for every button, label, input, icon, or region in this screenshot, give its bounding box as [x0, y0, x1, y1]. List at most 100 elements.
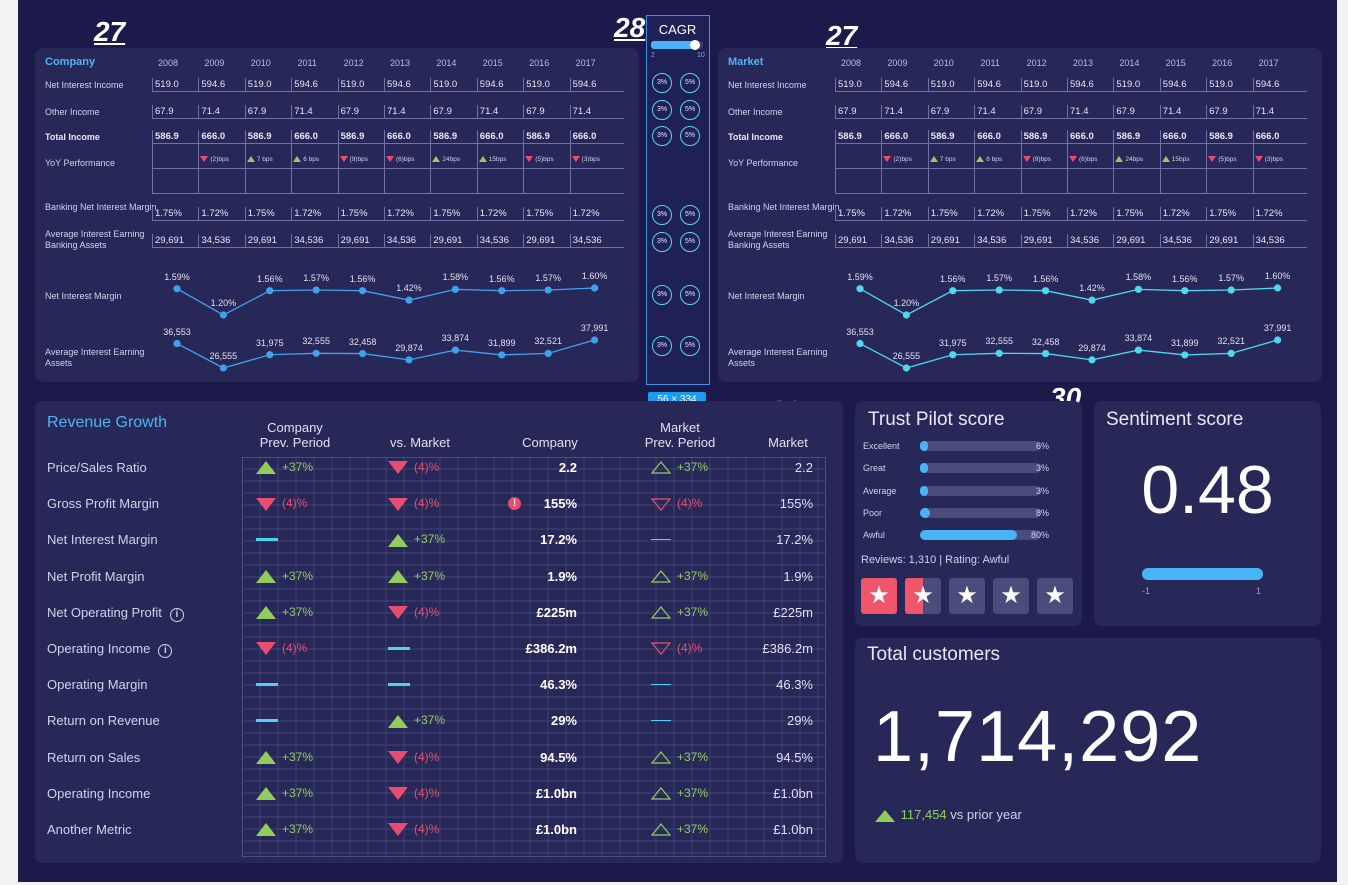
row-divider	[835, 168, 1307, 169]
down-triangle-icon	[388, 461, 408, 475]
down-triangle-icon	[1069, 156, 1077, 163]
customers-delta-suffix: vs prior year	[950, 807, 1022, 822]
market-value: 29%	[786, 713, 813, 729]
year-label: 2015	[482, 58, 503, 68]
aiea-point-label: 37,991	[1263, 323, 1292, 333]
nim-point-point	[949, 287, 957, 295]
aiea-point-point	[591, 336, 599, 344]
table-cell: 519.0	[1113, 78, 1140, 92]
table-cell: 34,536	[291, 234, 323, 248]
table-cell: 29,691	[1206, 234, 1238, 248]
nim-point-point	[544, 286, 552, 294]
table-cell: 71.4	[1252, 105, 1274, 119]
table-cell: 586.9	[835, 130, 862, 144]
company-value: 94.5%	[540, 749, 577, 765]
down-outline-triangle-icon	[651, 642, 671, 656]
row-label: Total Income	[45, 132, 100, 142]
row-label: Banking Net Interest Margin	[45, 202, 157, 212]
nim-point-point	[1134, 285, 1142, 293]
aiea-point-label: 33,874	[1124, 333, 1153, 344]
up-triangle-icon	[976, 156, 985, 163]
rating-bar-fill	[920, 441, 928, 451]
aiea-point-point	[1088, 356, 1096, 364]
table-cell: 519.0	[835, 78, 862, 92]
aiea-point-label: 31,899	[488, 337, 516, 348]
down-triangle-icon	[386, 156, 394, 163]
cagr-circle: 3%	[652, 336, 672, 356]
table-cell: 586.9	[337, 130, 364, 144]
aiea-point-label: 32,555	[302, 336, 330, 347]
info-icon[interactable]: i	[169, 607, 184, 622]
table-cell: 1.75%	[1020, 207, 1051, 221]
aiea-point-point	[359, 349, 367, 358]
nim-point-point	[1274, 284, 1282, 292]
info-icon[interactable]: i	[158, 644, 173, 658]
market-value: 155%	[779, 496, 813, 512]
metric-label-text: Gross Profit Margin	[47, 496, 159, 512]
market-value: 94.5%	[776, 749, 813, 765]
market-value: £1.0bn	[773, 822, 813, 837]
year-label: 2008	[157, 58, 179, 68]
row-label: Net Interest Margin	[728, 291, 805, 301]
total-customers-value: 1,714,292	[873, 697, 1203, 777]
aiea-point-point	[995, 349, 1003, 357]
column-header: Company	[522, 435, 578, 450]
aiea-point-point	[312, 349, 320, 357]
table-cell: 71.4	[974, 105, 996, 119]
metric-label: Net Operating Profit i	[47, 605, 184, 622]
column-divider	[974, 143, 976, 193]
up-triangle-icon	[388, 714, 408, 728]
trend-value: +37%	[677, 460, 709, 474]
cagr-slider[interactable]	[651, 40, 703, 50]
table-cell: 594.6	[569, 78, 596, 92]
nim-point-label: 1.56%	[1172, 273, 1198, 284]
table-cell: 586.9	[1020, 130, 1047, 144]
nim-point-point	[591, 284, 599, 292]
table-cell: 666.0	[881, 130, 908, 144]
trend-value: (4)%	[677, 496, 703, 511]
trend-value: +37%	[414, 568, 446, 583]
table-cell: 666.0	[1252, 130, 1279, 144]
trend-indicator: +37%	[651, 749, 708, 765]
down-triangle-icon	[1022, 156, 1031, 163]
rating-bar-fill	[920, 485, 928, 496]
nim-point-label: 1.58%	[442, 272, 469, 283]
up-arrow-icon	[875, 809, 895, 822]
table-cell: 67.9	[1020, 105, 1042, 119]
yoy-value: 15bps	[488, 156, 507, 163]
nim-point-label: 1.60%	[581, 271, 608, 281]
trend-value: (4)%	[282, 641, 308, 655]
aiea-point-point	[902, 364, 910, 372]
trend-indicator: +37%	[256, 821, 313, 837]
trend-value: +37%	[282, 460, 314, 474]
trend-value: +37%	[677, 604, 709, 619]
column-divider	[881, 143, 883, 193]
table-cell: 1.72%	[476, 207, 507, 221]
yoy-cell: 15bps	[1161, 154, 1190, 166]
metric-label: Net Interest Margin	[47, 532, 158, 547]
year-label: 2017	[575, 58, 596, 68]
column-divider	[1067, 143, 1068, 193]
flat-indicator	[388, 683, 410, 687]
aiea-point-point	[266, 351, 274, 359]
cagr-slider-handle[interactable]	[690, 40, 701, 50]
table-cell: 67.9	[152, 105, 174, 119]
trend-value: (4)%	[282, 496, 308, 511]
nim-point-label: 1.57%	[535, 273, 561, 284]
column-header: vs. Market	[390, 435, 450, 450]
yoy-cell: (9)bps	[1022, 154, 1051, 166]
rating-label: Great	[863, 463, 886, 474]
down-triangle-icon	[256, 642, 276, 656]
table-cell: 29,691	[523, 234, 555, 248]
up-triangle-icon	[293, 156, 302, 163]
column-divider	[476, 143, 478, 193]
trend-value: +37%	[414, 713, 446, 728]
trend-indicator: (4)%	[256, 640, 307, 656]
aiea-point-point	[1181, 351, 1189, 359]
year-label: 2013	[1072, 58, 1094, 68]
nim-point-label: 1.42%	[1079, 283, 1105, 294]
aiea-point-label: 36,553	[846, 326, 874, 337]
table-cell: 1.72%	[291, 207, 321, 221]
up-triangle-icon	[1115, 156, 1124, 163]
table-cell: 586.9	[1206, 130, 1233, 144]
